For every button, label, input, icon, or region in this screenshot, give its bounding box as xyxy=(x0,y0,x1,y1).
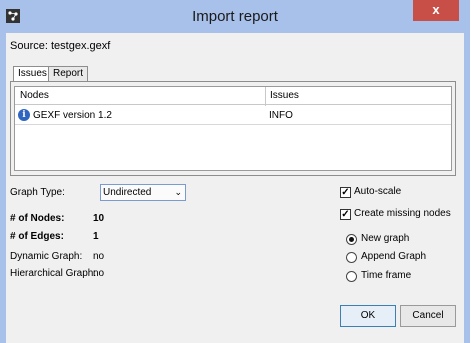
time-frame-label: Time frame xyxy=(361,270,412,281)
source-label: Source: xyxy=(10,40,48,52)
table-header: Nodes Issues xyxy=(15,87,451,105)
source-value: testgex.gexf xyxy=(50,40,111,52)
close-button[interactable]: x xyxy=(413,0,459,21)
nodes-count-value: 10 xyxy=(93,213,105,224)
info-icon: i xyxy=(18,109,30,121)
window-title: Import report xyxy=(192,8,278,25)
append-graph-radio[interactable] xyxy=(346,252,357,263)
ok-button[interactable]: OK xyxy=(340,305,396,327)
create-missing-nodes-checkbox[interactable]: ✓ xyxy=(340,209,351,220)
graph-type-select[interactable]: Undirected ⌄ xyxy=(100,184,186,201)
nodes-count-label: # of Nodes: xyxy=(10,213,65,224)
column-header-issues[interactable]: Issues xyxy=(270,90,299,101)
append-graph-label: Append Graph xyxy=(361,251,427,262)
hierarchical-graph-value: no xyxy=(93,268,105,279)
tab-report[interactable]: Report xyxy=(48,66,89,82)
row-node: GEXF version 1.2 xyxy=(33,110,112,121)
graph-type-value: Undirected xyxy=(103,187,152,198)
row-issue: INFO xyxy=(269,110,293,121)
time-frame-radio[interactable] xyxy=(346,271,357,282)
issues-table: Nodes Issues i GEXF version 1.2 INFO xyxy=(14,86,452,171)
edges-count-value: 1 xyxy=(93,231,99,242)
create-missing-nodes-label: Create missing nodes xyxy=(354,208,451,219)
edges-count-label: # of Edges: xyxy=(10,231,64,242)
dynamic-graph-value: no xyxy=(93,251,105,262)
auto-scale-label: Auto-scale xyxy=(354,186,402,197)
source-line: Source: testgex.gexf xyxy=(10,40,110,52)
chevron-down-icon: ⌄ xyxy=(174,187,182,197)
column-header-nodes[interactable]: Nodes xyxy=(20,90,49,101)
hierarchical-graph-label: Hierarchical Graph: xyxy=(10,268,97,279)
title-bar[interactable]: Import report x xyxy=(0,0,470,33)
auto-scale-checkbox[interactable]: ✓ xyxy=(340,187,351,198)
new-graph-label: New graph xyxy=(361,233,410,244)
dynamic-graph-label: Dynamic Graph: xyxy=(10,251,83,262)
table-row[interactable]: i GEXF version 1.2 INFO xyxy=(15,106,451,125)
new-graph-radio[interactable] xyxy=(346,234,357,245)
issues-panel: Nodes Issues i GEXF version 1.2 INFO xyxy=(10,81,456,176)
cancel-button[interactable]: Cancel xyxy=(400,305,456,327)
graph-type-label: Graph Type: xyxy=(10,187,65,198)
